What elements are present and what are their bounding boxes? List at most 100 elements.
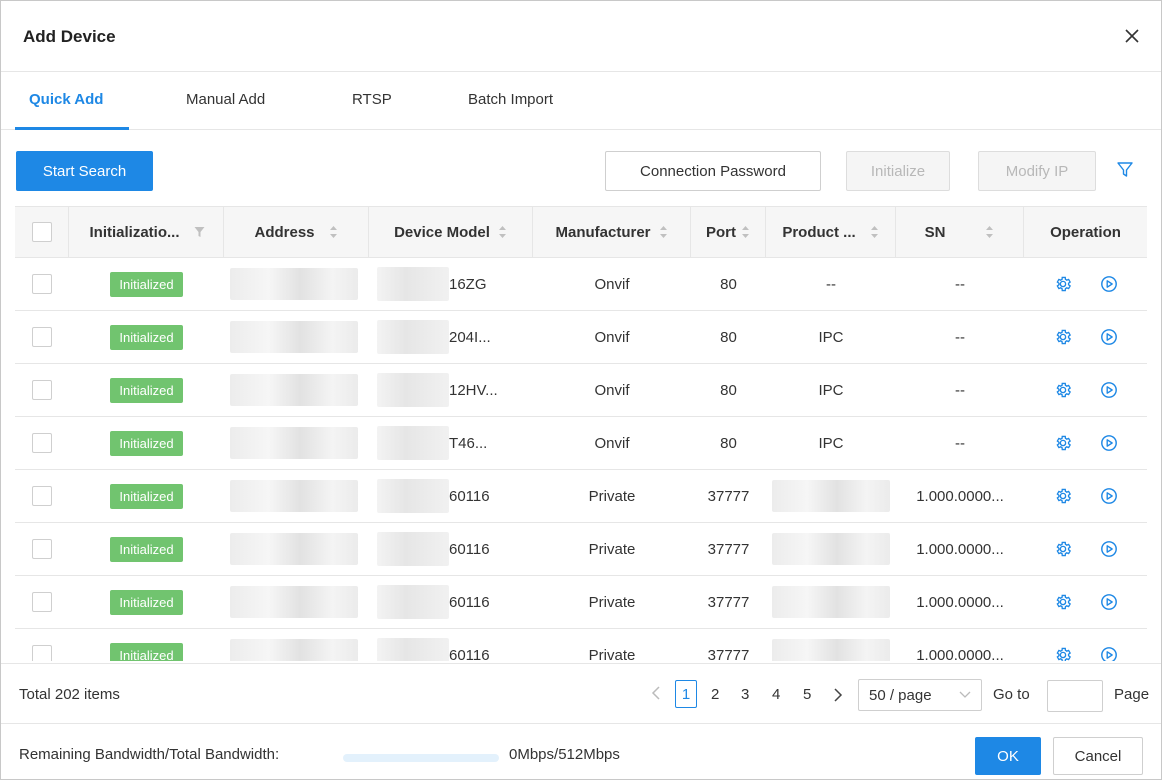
status-cell: Initialized xyxy=(69,629,224,661)
device-model-text: 60116 xyxy=(449,646,490,662)
sort-icon[interactable] xyxy=(870,225,879,239)
play-icon[interactable] xyxy=(1100,487,1118,505)
row-checkbox[interactable] xyxy=(32,539,52,559)
col-initialization[interactable]: Initializatio... xyxy=(69,207,224,257)
next-page-icon[interactable] xyxy=(833,688,843,706)
gear-icon[interactable] xyxy=(1054,646,1072,661)
address-cell xyxy=(228,258,359,310)
table-row[interactable]: Initialized 12HV... Onvif 80 IPC -- xyxy=(15,364,1147,417)
redacted-model-prefix xyxy=(377,479,449,513)
operation-cell xyxy=(1024,470,1147,522)
play-icon[interactable] xyxy=(1100,593,1118,611)
table-row[interactable]: Initialized 16ZG Onvif 80 -- -- xyxy=(15,258,1147,311)
sort-icon[interactable] xyxy=(659,225,668,239)
play-icon[interactable] xyxy=(1100,328,1118,346)
gear-icon[interactable] xyxy=(1054,381,1072,399)
redacted-address xyxy=(229,639,358,661)
col-manufacturer[interactable]: Manufacturer xyxy=(533,207,691,257)
row-checkbox[interactable] xyxy=(32,592,52,612)
table-row[interactable]: Initialized T46... Onvif 80 IPC -- xyxy=(15,417,1147,470)
operation-cell xyxy=(1024,364,1147,416)
prev-page-icon[interactable] xyxy=(651,686,661,704)
tab-quick-add[interactable]: Quick Add xyxy=(29,91,103,108)
sn-cell: 1.000.0000... xyxy=(916,646,1004,662)
col-address-label: Address xyxy=(254,223,315,241)
row-checkbox[interactable] xyxy=(32,380,52,400)
filter-icon[interactable] xyxy=(1117,161,1133,179)
play-icon[interactable] xyxy=(1100,275,1118,293)
row-checkbox[interactable] xyxy=(32,645,52,661)
row-checkbox[interactable] xyxy=(32,433,52,453)
table-body: Initialized 16ZG Onvif 80 -- -- Initiali… xyxy=(15,258,1147,661)
bandwidth-progress-bar xyxy=(343,754,499,762)
filter-column-icon[interactable] xyxy=(194,225,204,239)
gear-icon[interactable] xyxy=(1054,593,1072,611)
close-icon[interactable] xyxy=(1123,27,1143,47)
col-product[interactable]: Product ... xyxy=(766,207,896,257)
table-row[interactable]: Initialized 60116 Private 37777 1.000.00… xyxy=(15,576,1147,629)
sort-icon[interactable] xyxy=(985,225,994,239)
page-1[interactable]: 1 xyxy=(675,680,697,708)
play-icon[interactable] xyxy=(1100,540,1118,558)
tab-rtsp[interactable]: RTSP xyxy=(352,91,392,108)
select-all-checkbox[interactable] xyxy=(31,222,52,242)
initialize-button[interactable]: Initialize xyxy=(846,151,950,191)
status-badge: Initialized xyxy=(110,589,183,615)
row-checkbox[interactable] xyxy=(32,274,52,294)
operation-cell xyxy=(1024,417,1147,469)
start-search-button[interactable]: Start Search xyxy=(16,151,153,191)
col-port[interactable]: Port xyxy=(691,207,766,257)
product-cell xyxy=(766,523,896,575)
table-row[interactable]: Initialized 60116 Private 37777 1.000.00… xyxy=(15,470,1147,523)
page-3[interactable]: 3 xyxy=(741,686,749,703)
ok-button[interactable]: OK xyxy=(975,737,1041,775)
address-cell xyxy=(228,523,359,575)
dialog-title: Add Device xyxy=(23,27,116,46)
modify-ip-button[interactable]: Modify IP xyxy=(978,151,1096,191)
select-all-header xyxy=(15,207,69,257)
redacted-address xyxy=(229,268,358,300)
page-2[interactable]: 2 xyxy=(711,686,719,703)
redacted-address xyxy=(229,321,358,353)
row-select-cell xyxy=(15,311,69,363)
page-size-select[interactable]: 50 / page xyxy=(858,679,982,711)
goto-page-input[interactable] xyxy=(1047,680,1103,712)
col-operation-label: Operation xyxy=(1050,223,1121,241)
tab-manual-add[interactable]: Manual Add xyxy=(186,91,265,108)
connection-password-button[interactable]: Connection Password xyxy=(605,151,821,191)
port-cell: 37777 xyxy=(707,540,750,558)
gear-icon[interactable] xyxy=(1054,275,1072,293)
row-checkbox[interactable] xyxy=(32,327,52,347)
cancel-button[interactable]: Cancel xyxy=(1053,737,1143,775)
col-sn[interactable]: SN xyxy=(896,207,1024,257)
col-address[interactable]: Address xyxy=(224,207,369,257)
table-row[interactable]: Initialized 204I... Onvif 80 IPC -- xyxy=(15,311,1147,364)
row-select-cell xyxy=(15,364,69,416)
table-row[interactable]: Initialized 60116 Private 37777 1.000.00… xyxy=(15,629,1147,661)
sort-icon[interactable] xyxy=(329,225,338,239)
chevron-down-icon xyxy=(959,691,971,698)
play-icon[interactable] xyxy=(1100,434,1118,452)
tab-batch-import[interactable]: Batch Import xyxy=(468,91,553,108)
play-icon[interactable] xyxy=(1100,381,1118,399)
col-device-model[interactable]: Device Model xyxy=(369,207,533,257)
sort-icon[interactable] xyxy=(741,225,750,239)
port-cell: 80 xyxy=(720,328,737,346)
page-4[interactable]: 4 xyxy=(772,686,780,703)
play-icon[interactable] xyxy=(1100,646,1118,661)
device-model-cell: T46... xyxy=(369,417,533,469)
gear-icon[interactable] xyxy=(1054,434,1072,452)
gear-icon[interactable] xyxy=(1054,487,1072,505)
manufacturer-cell: Onvif xyxy=(594,275,630,293)
gear-icon[interactable] xyxy=(1054,328,1072,346)
status-badge: Initialized xyxy=(110,324,183,350)
sort-icon[interactable] xyxy=(498,225,507,239)
status-badge: Initialized xyxy=(110,377,183,403)
col-product-label: Product ... xyxy=(782,223,856,241)
redacted-address xyxy=(229,586,358,618)
col-sn-label: SN xyxy=(924,223,946,241)
gear-icon[interactable] xyxy=(1054,540,1072,558)
page-5[interactable]: 5 xyxy=(803,686,811,703)
table-row[interactable]: Initialized 60116 Private 37777 1.000.00… xyxy=(15,523,1147,576)
row-checkbox[interactable] xyxy=(32,486,52,506)
